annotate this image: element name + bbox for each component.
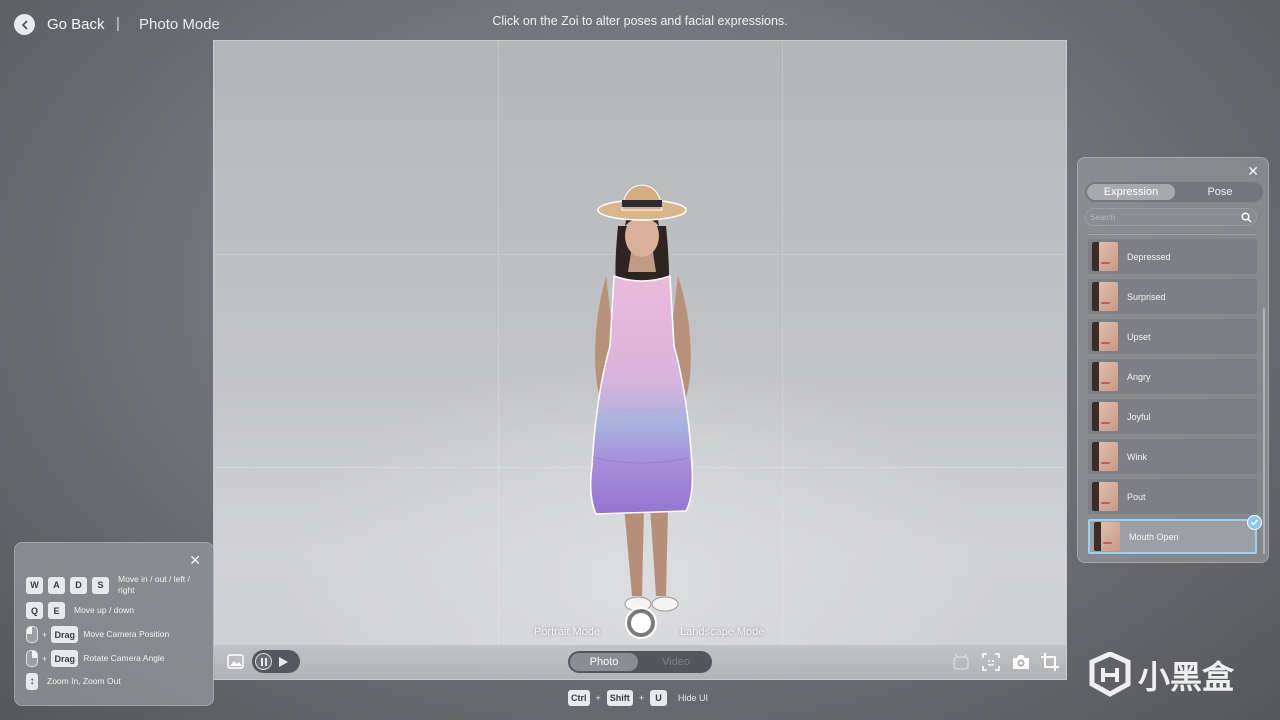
scrollbar[interactable] xyxy=(1263,308,1265,554)
plus-sign: + xyxy=(595,693,601,703)
controls-help-panel: ✕ W A D S Move in / out / left / right Q… xyxy=(14,542,214,706)
expression-label: Mouth Open xyxy=(1129,531,1179,542)
gallery-icon[interactable] xyxy=(227,653,244,670)
mouse-left-icon xyxy=(26,626,38,643)
panel-tabs: Expression Pose xyxy=(1085,182,1263,202)
expression-item-joyful[interactable]: Joyful xyxy=(1088,399,1257,434)
control-description: Move Camera Position xyxy=(83,629,170,639)
play-icon[interactable] xyxy=(279,656,288,667)
expression-label: Joyful xyxy=(1127,411,1151,422)
video-mode-button[interactable]: Video xyxy=(640,651,712,673)
grid-line xyxy=(782,41,783,679)
divider xyxy=(1087,234,1257,235)
tab-pose[interactable]: Pose xyxy=(1177,182,1263,202)
viewport-toolbar: Photo Video xyxy=(214,645,1066,679)
expression-thumbnail xyxy=(1094,522,1120,551)
expression-item-upset[interactable]: Upset xyxy=(1088,319,1257,354)
key-e: E xyxy=(48,602,65,619)
svg-text:小黑盒: 小黑盒 xyxy=(1138,658,1235,696)
expression-thumbnail xyxy=(1092,402,1118,431)
key-a: A xyxy=(48,576,65,594)
zoi-character[interactable] xyxy=(562,176,722,636)
expression-label: Pout xyxy=(1127,491,1146,502)
photo-viewport[interactable]: Portrait Mode Landscape Mode Photo Video xyxy=(213,40,1067,680)
expression-thumbnail xyxy=(1092,282,1118,311)
hide-ui-shortcut: Ctrl + Shift + U Hide UI xyxy=(568,690,708,706)
expression-item-pout[interactable]: Pout xyxy=(1088,479,1257,514)
key-d: D xyxy=(70,576,87,594)
mouse-right-icon xyxy=(26,650,38,667)
expression-thumbnail xyxy=(1092,362,1118,391)
expression-label: Wink xyxy=(1127,451,1147,462)
expression-item-depressed[interactable]: Depressed xyxy=(1088,239,1257,274)
control-row-camera-position: + Drag Move Camera Position xyxy=(26,626,169,643)
control-row-updown: Q E Move up / down xyxy=(26,602,134,619)
expression-label: Depressed xyxy=(1127,251,1171,262)
key-drag: Drag xyxy=(51,626,79,643)
camera-settings-icon[interactable] xyxy=(1011,652,1031,672)
key-ctrl: Ctrl xyxy=(568,690,590,706)
expression-item-angry[interactable]: Angry xyxy=(1088,359,1257,394)
control-description: Rotate Camera Angle xyxy=(83,653,165,663)
expression-item-surprised[interactable]: Surprised xyxy=(1088,279,1257,314)
key-u: U xyxy=(650,690,668,706)
instruction-hint: Click on the Zoi to alter poses and faci… xyxy=(492,14,788,28)
control-row-move: W A D S Move in / out / left / right xyxy=(26,574,204,596)
crop-icon[interactable] xyxy=(1040,652,1060,672)
tab-expression[interactable]: Expression xyxy=(1087,184,1175,200)
face-icon[interactable] xyxy=(951,652,971,672)
pause-button[interactable] xyxy=(255,653,272,670)
search-icon[interactable] xyxy=(1241,212,1252,223)
expression-list: Depressed Surprised Upset Angry Joyful W… xyxy=(1088,239,1262,559)
expression-item-wink[interactable]: Wink xyxy=(1088,439,1257,474)
hide-ui-label: Hide UI xyxy=(678,693,709,703)
close-icon[interactable]: ✕ xyxy=(1247,163,1259,180)
playback-controls xyxy=(252,650,300,673)
landscape-mode-label[interactable]: Landscape Mode xyxy=(680,626,764,638)
key-drag: Drag xyxy=(51,650,79,667)
plus-sign: + xyxy=(42,653,48,664)
control-description: Move in / out / left / right xyxy=(118,574,190,595)
expression-pose-panel: ✕ Expression Pose Depressed Surprised Up… xyxy=(1077,157,1269,563)
key-q: Q xyxy=(26,602,43,619)
expression-thumbnail xyxy=(1092,442,1118,471)
heybox-watermark-logo: 小黑盒 xyxy=(1089,652,1235,697)
search-input[interactable] xyxy=(1090,210,1240,224)
key-shift: Shift xyxy=(606,690,633,706)
expression-thumbnail xyxy=(1092,242,1118,271)
key-s: S xyxy=(92,576,109,594)
key-w: W xyxy=(26,576,43,594)
expression-label: Upset xyxy=(1127,331,1151,342)
shutter-dot xyxy=(631,613,651,633)
face-focus-icon[interactable] xyxy=(981,652,1001,672)
pause-icon xyxy=(260,657,267,666)
control-row-zoom: ↕ Zoom In, Zoom Out xyxy=(26,673,121,690)
photo-mode-button[interactable]: Photo xyxy=(570,653,638,671)
control-description: Move up / down xyxy=(74,605,135,615)
expression-thumbnail xyxy=(1092,322,1118,351)
expression-label: Surprised xyxy=(1127,291,1166,302)
control-row-camera-angle: + Drag Rotate Camera Angle xyxy=(26,650,165,667)
portrait-mode-label[interactable]: Portrait Mode xyxy=(534,626,600,638)
expression-label: Angry xyxy=(1127,371,1151,382)
photo-video-toggle: Photo Video xyxy=(568,651,712,673)
search-field[interactable] xyxy=(1085,208,1257,226)
check-icon xyxy=(1247,515,1262,530)
control-description: Zoom In, Zoom Out xyxy=(47,676,121,686)
plus-sign: + xyxy=(638,693,645,703)
close-icon[interactable]: ✕ xyxy=(189,552,201,569)
grid-line xyxy=(498,41,499,679)
shutter-button[interactable] xyxy=(625,607,657,639)
expression-item-mouth-open[interactable]: Mouth Open xyxy=(1088,515,1262,554)
scroll-wheel-icon: ↕ xyxy=(26,673,38,690)
expression-thumbnail xyxy=(1092,482,1118,511)
plus-sign: + xyxy=(42,629,48,640)
